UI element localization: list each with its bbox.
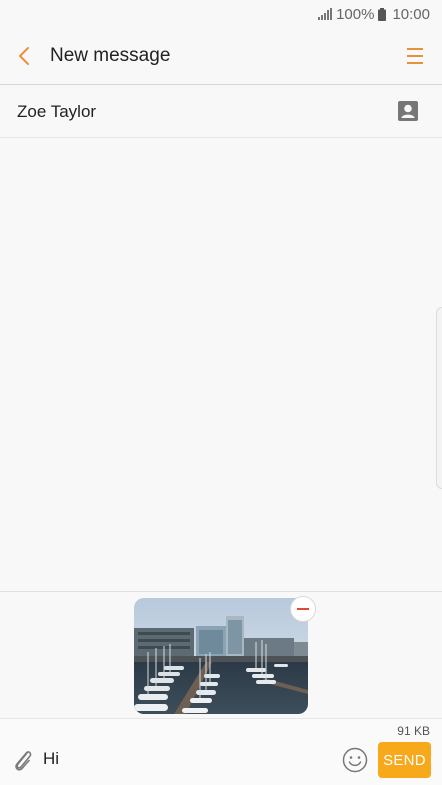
scroll-handle[interactable] bbox=[436, 307, 442, 489]
status-bar: 100% 10:00 bbox=[0, 0, 442, 28]
emoji-icon[interactable] bbox=[342, 747, 368, 773]
app-bar: New message bbox=[0, 28, 442, 85]
battery-percent: 100% bbox=[336, 5, 375, 23]
attachment-image[interactable] bbox=[134, 598, 308, 714]
back-button[interactable] bbox=[0, 28, 48, 85]
recipient-row[interactable]: Zoe Taylor bbox=[0, 86, 442, 138]
paperclip-icon[interactable] bbox=[12, 748, 34, 772]
remove-attachment-button[interactable] bbox=[290, 596, 316, 622]
message-size: 91 KB bbox=[397, 724, 430, 738]
clock: 10:00 bbox=[392, 5, 430, 23]
remove-icon bbox=[297, 608, 309, 610]
attachment-area bbox=[0, 591, 442, 718]
conversation-area bbox=[0, 139, 442, 591]
message-input[interactable] bbox=[43, 747, 323, 771]
photo-thumbnail bbox=[134, 598, 308, 714]
composer: 91 KB SEND bbox=[0, 718, 442, 785]
menu-icon[interactable] bbox=[406, 46, 424, 66]
send-button[interactable]: SEND bbox=[378, 742, 431, 778]
page-title: New message bbox=[50, 45, 171, 66]
contact-card-icon[interactable] bbox=[398, 101, 418, 121]
chevron-left-icon bbox=[19, 47, 29, 65]
battery-icon bbox=[378, 7, 387, 21]
signal-icon bbox=[318, 8, 333, 20]
recipient-name[interactable]: Zoe Taylor bbox=[17, 102, 96, 122]
